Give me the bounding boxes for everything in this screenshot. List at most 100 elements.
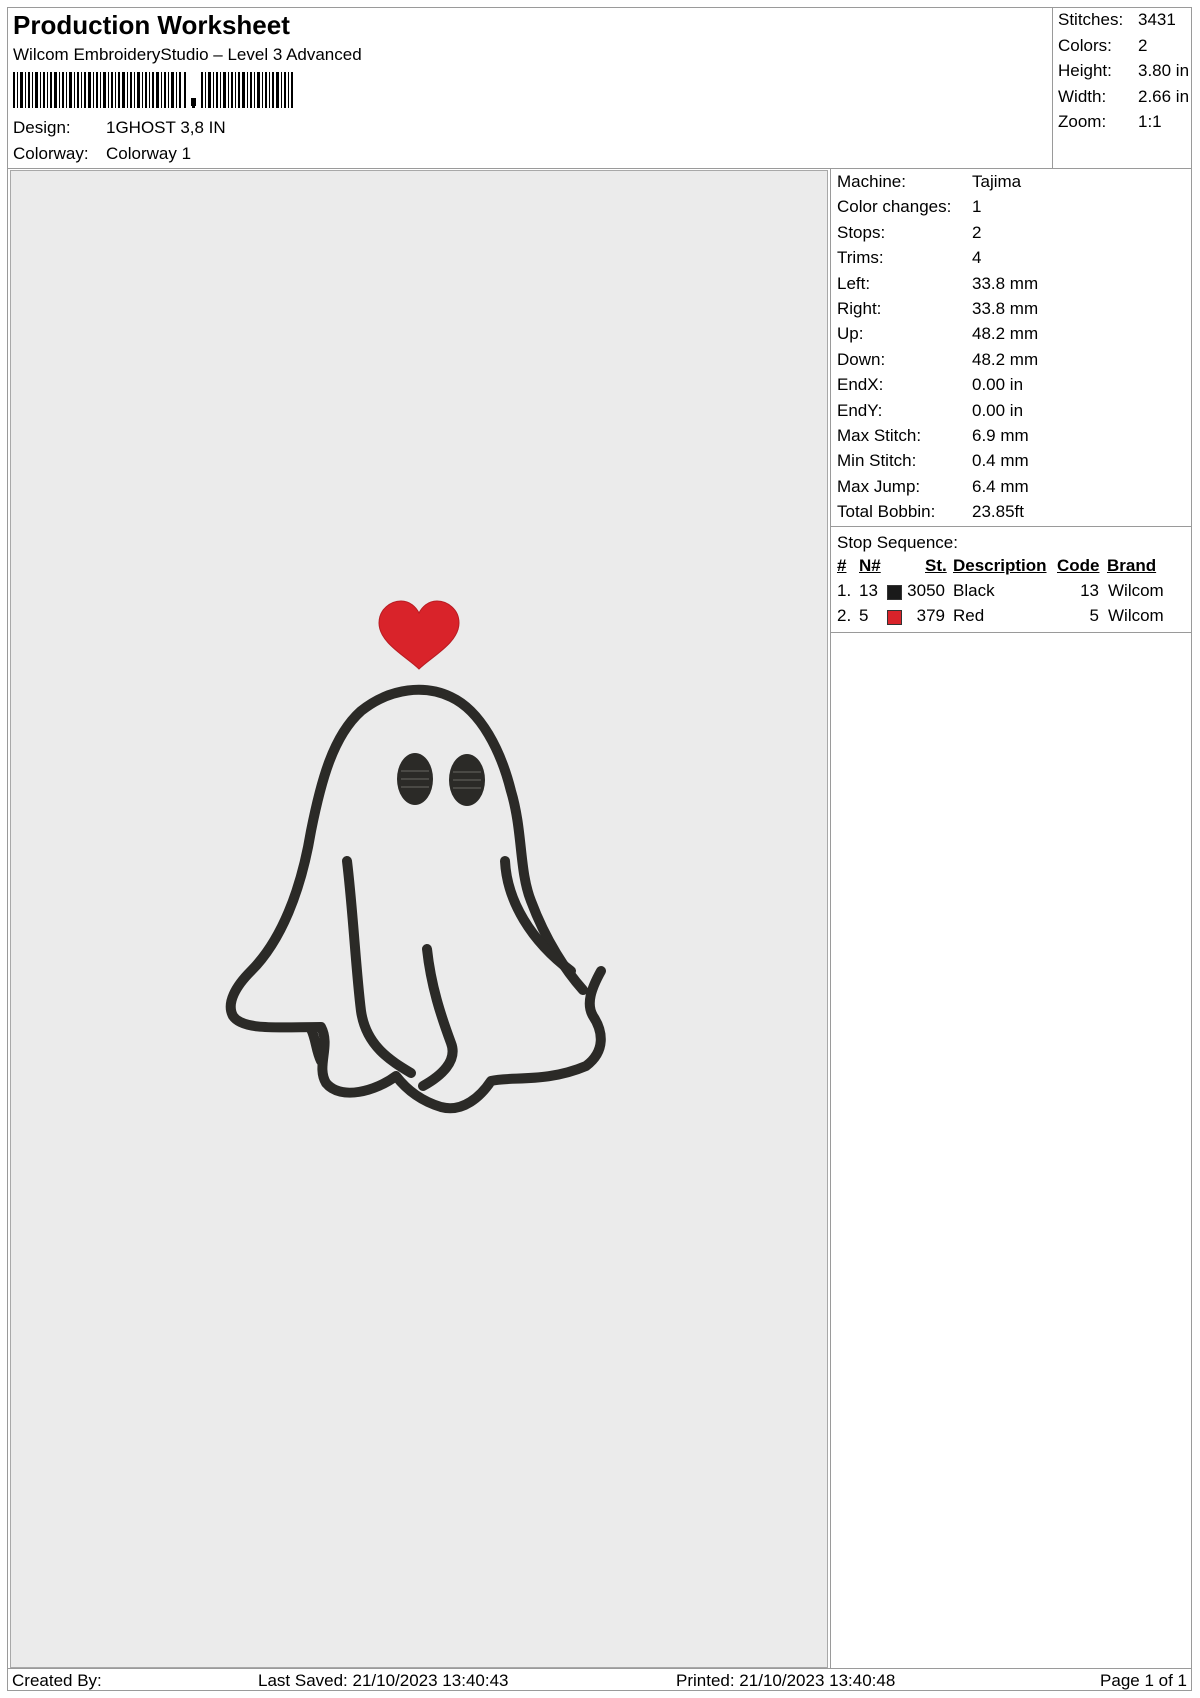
table-row: 2. 5 379 Red 5 Wilcom [831,606,1190,630]
software-name: Wilcom EmbroideryStudio – Level 3 Advanc… [13,45,362,64]
col-description: Description [953,556,1047,575]
width-label: Width: [1058,87,1107,106]
colors-label: Colors: [1058,36,1112,55]
detail-row: Right: 33.8 mm [837,299,1038,319]
detail-value: 33.8 mm [972,273,1039,293]
color-swatch-red [887,610,902,625]
colorway-row: Colorway: Colorway 1 [13,144,191,164]
row-needle: 13 [859,581,878,600]
page-title: Production Worksheet [13,10,290,40]
detail-value: 0.00 in [972,400,1024,420]
detail-label: Right: [837,299,882,318]
detail-row: Machine: Tajima [837,172,1021,192]
detail-label: EndY: [837,400,883,420]
detail-label: Left: [837,273,871,293]
row-brand: Wilcom [1108,581,1164,600]
ghost-embroidery-image [225,600,606,1114]
stop-sequence-label: Stop Sequence: [837,533,958,552]
detail-label: EndX: [837,375,884,395]
worksheet: Production Worksheet Wilcom EmbroiderySt… [7,7,1192,1691]
detail-label: Max Stitch: [837,426,922,445]
detail-row: Color changes: 1 [837,197,981,217]
table-row: 1. 13 3050 Black 13 Wilcom [831,581,1190,605]
col-needle: N# [859,556,881,575]
detail-value: 23.85ft [972,502,1024,522]
detail-row: Left: 33.8 mm [837,274,1038,294]
width-value: 2.66 in [1138,87,1190,106]
detail-label: Min Stitch: [837,451,917,471]
detail-value: 2 [972,222,982,242]
stop-sequence-header: # N# St. Description Code Brand [831,556,1190,580]
design-row: Design: 1GHOST 3,8 IN [13,118,226,138]
height-value: 3.80 in [1138,61,1190,80]
zoom-row: Zoom: 1:1 [1058,112,1162,132]
last-saved: Last Saved: 21/10/2023 13:40:43 [258,1671,509,1690]
row-needle: 5 [859,606,869,625]
ghost-eyes [397,753,485,806]
col-brand: Brand [1107,556,1157,575]
header: Production Worksheet Wilcom EmbroiderySt… [8,8,1052,168]
row-code: 5 [1089,606,1099,625]
row-num: 2. [837,606,852,625]
ghost-left-arm [342,856,416,1078]
detail-value: 33.8 mm [972,299,1039,318]
row-stitches: 379 [916,606,945,625]
page-number: Page 1 of 1 [1100,1671,1187,1690]
row-brand: Wilcom [1108,606,1164,625]
detail-row: Min Stitch: 0.4 mm [837,451,1029,471]
width-row: Width: 2.66 in [1058,87,1189,107]
design-label: Design: [13,118,71,137]
row-description: Black [953,581,995,600]
detail-label: Max Jump: [837,476,921,496]
table-divider [831,632,1191,633]
row-code: 13 [1080,581,1099,600]
colorway-label: Colorway: [13,144,89,163]
detail-row: Up: 48.2 mm [837,324,1038,344]
detail-value: 6.4 mm [972,476,1029,496]
detail-row: Max Jump: 6.4 mm [837,477,1029,497]
detail-row: EndY: 0.00 in [837,401,1023,421]
stitches-row: Stitches: 3431 [1058,10,1176,30]
row-stitches: 3050 [907,581,945,600]
detail-value: 0.4 mm [972,451,1029,471]
colors-row: Colors: 2 [1058,36,1147,56]
detail-value: 4 [972,248,982,268]
footer: Created By: Last Saved: 21/10/2023 13:40… [8,1668,1191,1691]
design-preview [10,170,828,1668]
zoom-value: 1:1 [1138,112,1162,131]
detail-row: Max Stitch: 6.9 mm [837,426,1029,446]
detail-label: Down: [837,349,886,369]
row-num: 1. [837,581,852,600]
barcode [13,72,293,108]
colorway-name: Colorway 1 [106,144,192,163]
detail-value: 48.2 mm [972,324,1039,344]
heart-motif [378,600,460,670]
height-label: Height: [1058,61,1112,80]
detail-label: Color changes: [837,197,952,217]
stitches-label: Stitches: [1058,10,1124,29]
detail-row: Down: 48.2 mm [837,350,1038,370]
ghost-outline [225,684,606,1114]
details-divider [831,526,1191,527]
color-swatch-black [887,585,902,600]
detail-label: Machine: [837,172,906,191]
detail-row: Trims: 4 [837,248,981,268]
detail-value: 6.9 mm [972,426,1029,445]
zoom-label: Zoom: [1058,112,1107,131]
detail-value: Tajima [972,172,1022,191]
detail-label: Total Bobbin: [837,502,936,522]
created-by: Created By: [12,1671,102,1690]
row-description: Red [953,606,985,625]
detail-row: EndX: 0.00 in [837,375,1023,395]
design-name: 1GHOST 3,8 IN [106,118,226,137]
detail-label: Trims: [837,248,884,268]
col-stitches: St. [925,556,947,575]
printed-date: Printed: 21/10/2023 13:40:48 [676,1671,896,1690]
detail-row: Stops: 2 [837,223,981,243]
col-code: Code [1057,556,1100,575]
detail-value: 48.2 mm [972,349,1039,369]
detail-value: 0.00 in [972,375,1024,395]
colors-value: 2 [1138,36,1148,55]
detail-label: Up: [837,324,864,344]
summary-panel: Stitches: 3431 Colors: 2 Height: 3.80 in Wi… [1052,8,1191,168]
